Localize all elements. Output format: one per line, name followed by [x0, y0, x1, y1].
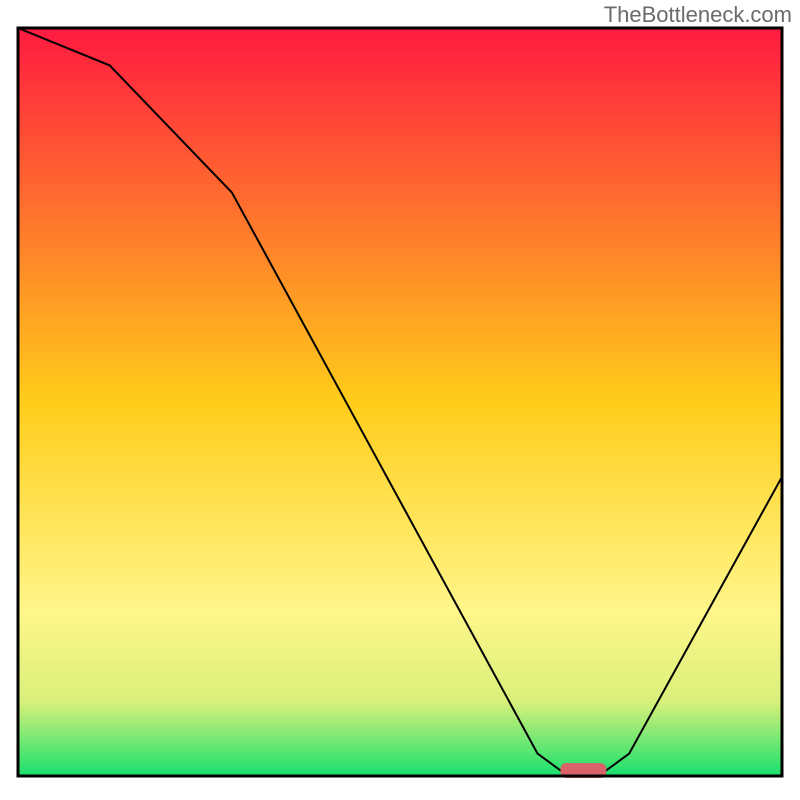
chart-container: TheBottleneck.com: [0, 0, 800, 800]
chart-background: [18, 28, 782, 776]
bottleneck-chart: [0, 0, 800, 800]
